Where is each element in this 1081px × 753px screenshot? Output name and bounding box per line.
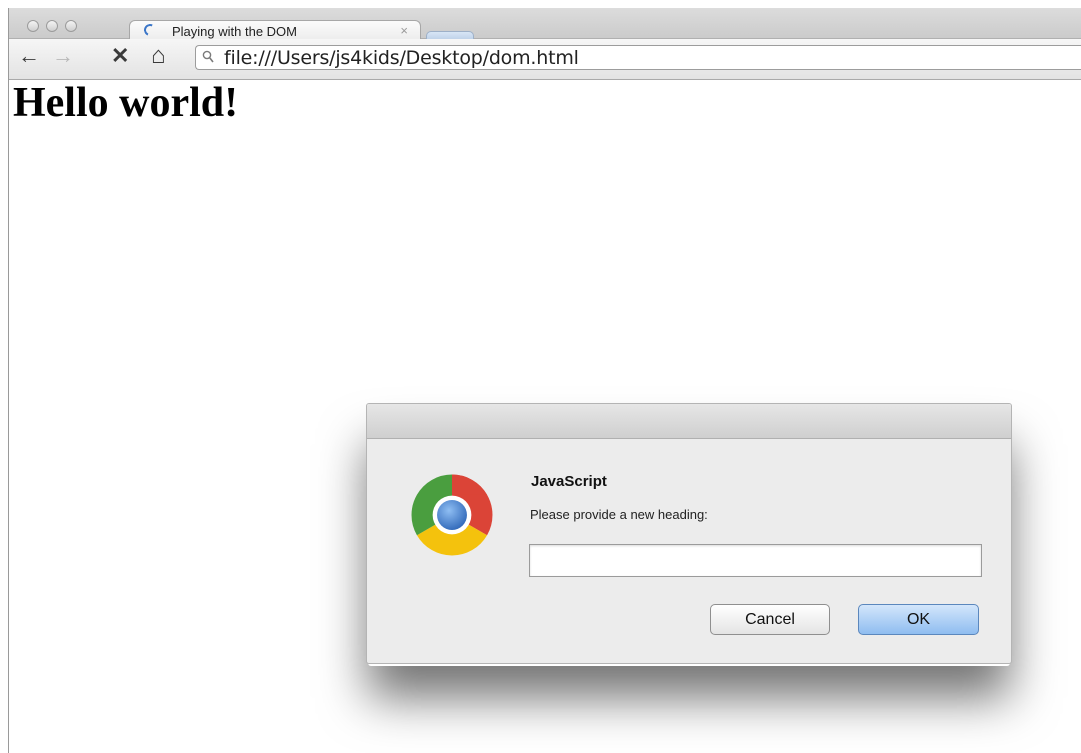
cancel-button[interactable]: Cancel — [710, 604, 830, 635]
ok-button[interactable]: OK — [858, 604, 979, 635]
tab-title: Playing with the DOM — [172, 24, 297, 39]
dialog-titlebar — [367, 404, 1011, 439]
stop-icon[interactable]: ✕ — [111, 44, 129, 68]
tab-active[interactable]: Playing with the DOM × — [129, 20, 421, 41]
back-arrow-icon[interactable]: ← — [18, 44, 40, 68]
address-bar[interactable]: file:///Users/js4kids/Desktop/dom.html — [195, 45, 1081, 70]
toolbar: ← → ✕ ⌂ file:///Users/js4kids/Desktop/do… — [9, 39, 1081, 80]
tab-strip: Playing with the DOM × — [9, 8, 1081, 41]
loading-spinner-icon — [142, 22, 158, 38]
heading-input[interactable] — [529, 544, 982, 577]
dialog-message: Please provide a new heading: — [530, 507, 708, 522]
dialog-title: JavaScript — [531, 473, 607, 490]
url-text: file:///Users/js4kids/Desktop/dom.html — [224, 47, 579, 69]
home-icon[interactable]: ⌂ — [151, 44, 166, 68]
browser-frame: Playing with the DOM × ← → ✕ ⌂ file:///U… — [9, 8, 1081, 80]
page-heading: Hello world! — [13, 80, 239, 126]
tab-close-icon[interactable]: × — [400, 23, 408, 38]
search-icon — [202, 50, 214, 63]
chrome-logo-icon — [411, 474, 493, 556]
zoom-window-button[interactable] — [65, 20, 77, 32]
close-window-button[interactable] — [27, 20, 39, 32]
forward-arrow-icon[interactable]: → — [52, 44, 74, 68]
minimize-window-button[interactable] — [46, 20, 58, 32]
prompt-dialog: JavaScript Please provide a new heading:… — [366, 403, 1012, 664]
